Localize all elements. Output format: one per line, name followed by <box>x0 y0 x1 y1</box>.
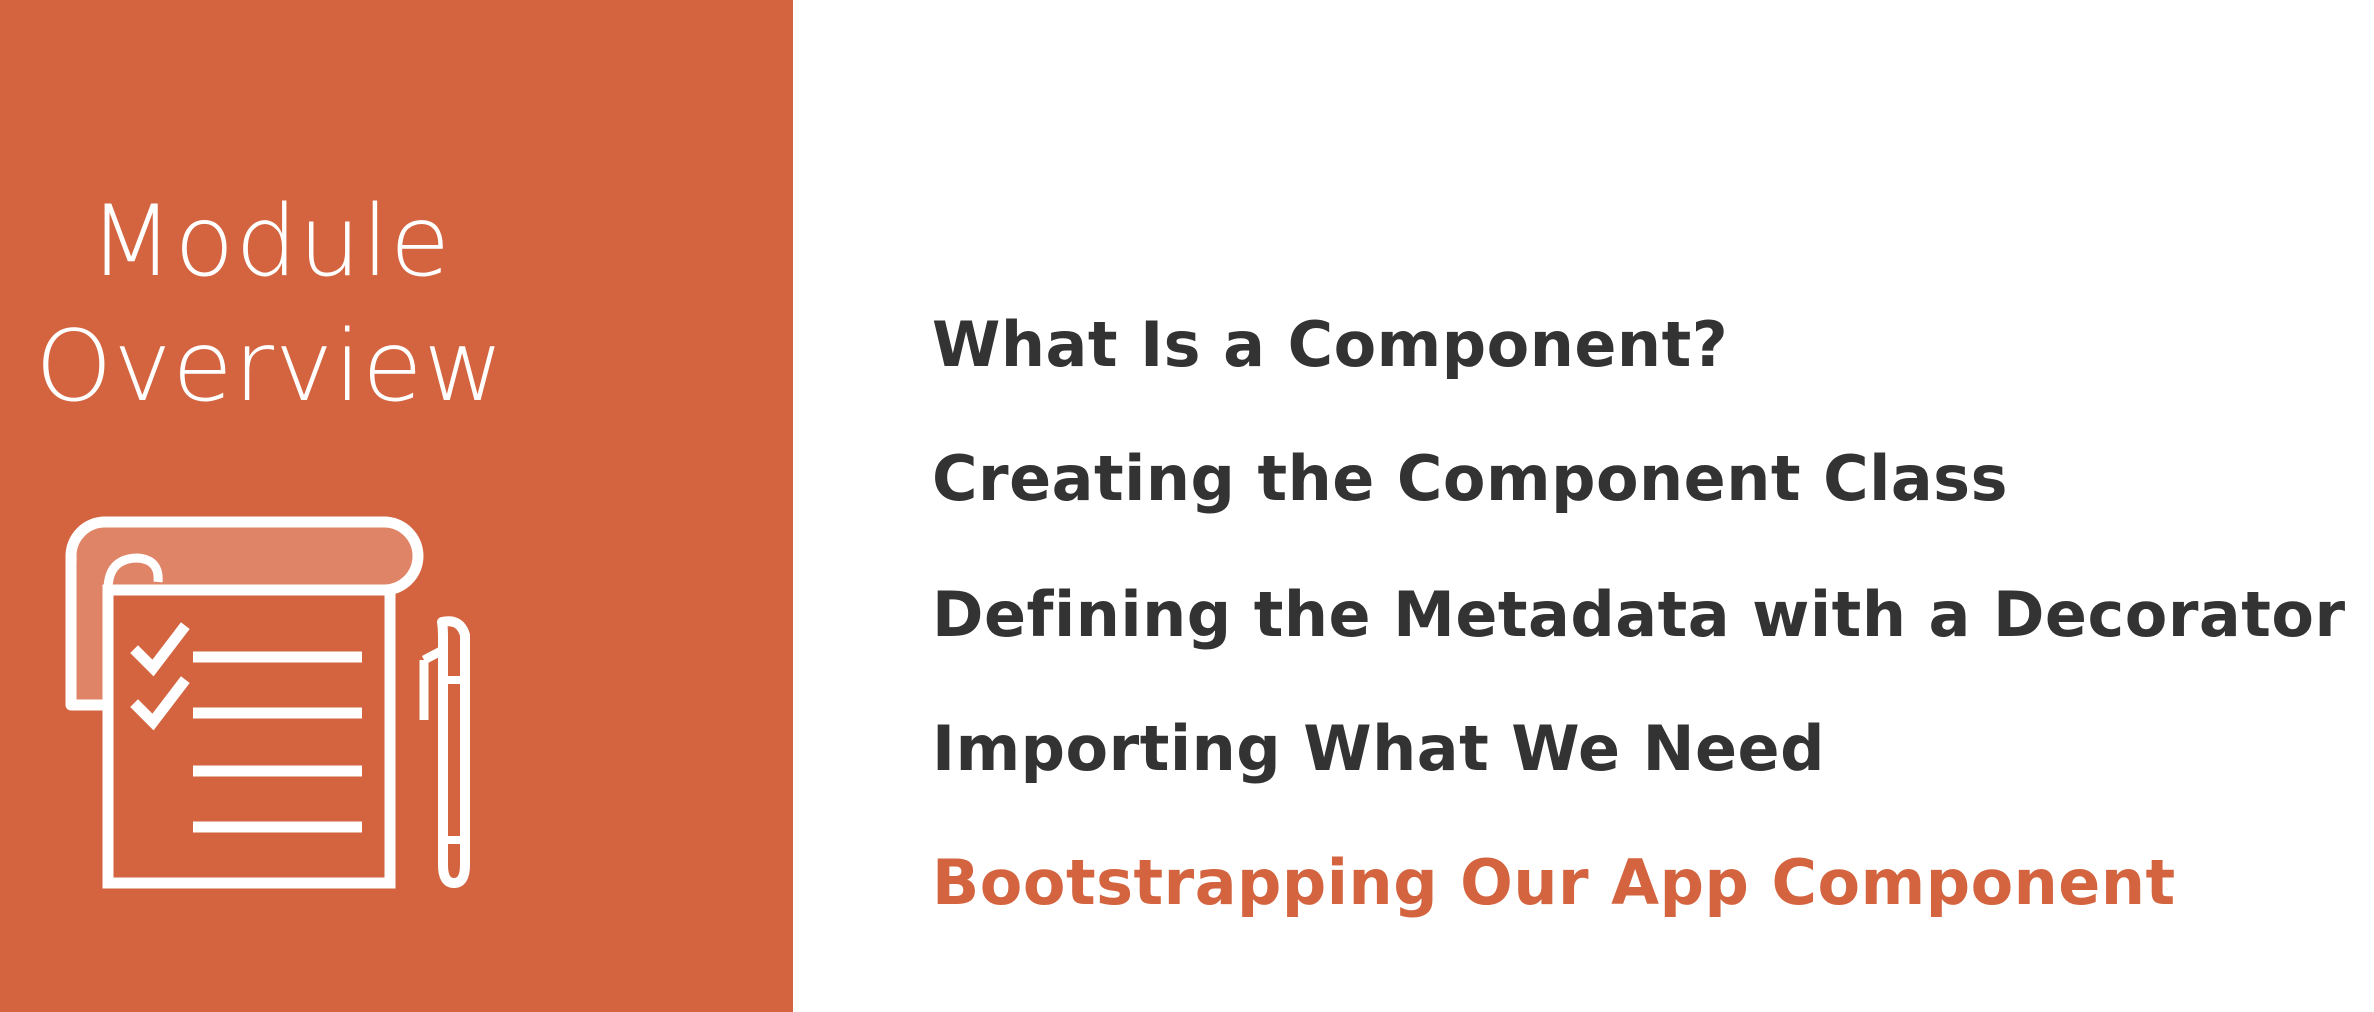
module-title-line-2: Overview <box>35 310 505 424</box>
topic-what-is-a-component: What Is a Component? <box>932 308 1729 381</box>
topic-importing-what-we-need: Importing What We Need <box>932 712 1825 785</box>
title-panel: Module Overview <box>0 0 793 1012</box>
topic-bootstrapping-app-component: Bootstrapping Our App Component <box>932 846 2176 919</box>
topic-creating-component-class: Creating the Component Class <box>932 442 2008 515</box>
topic-defining-metadata-decorator: Defining the Metadata with a Decorator <box>932 578 2346 651</box>
notepad-checklist-pen-icon <box>60 510 510 910</box>
slide: Module Overview What Is a Component? Cre… <box>0 0 2374 1012</box>
module-title-line-1: Module <box>88 185 452 299</box>
